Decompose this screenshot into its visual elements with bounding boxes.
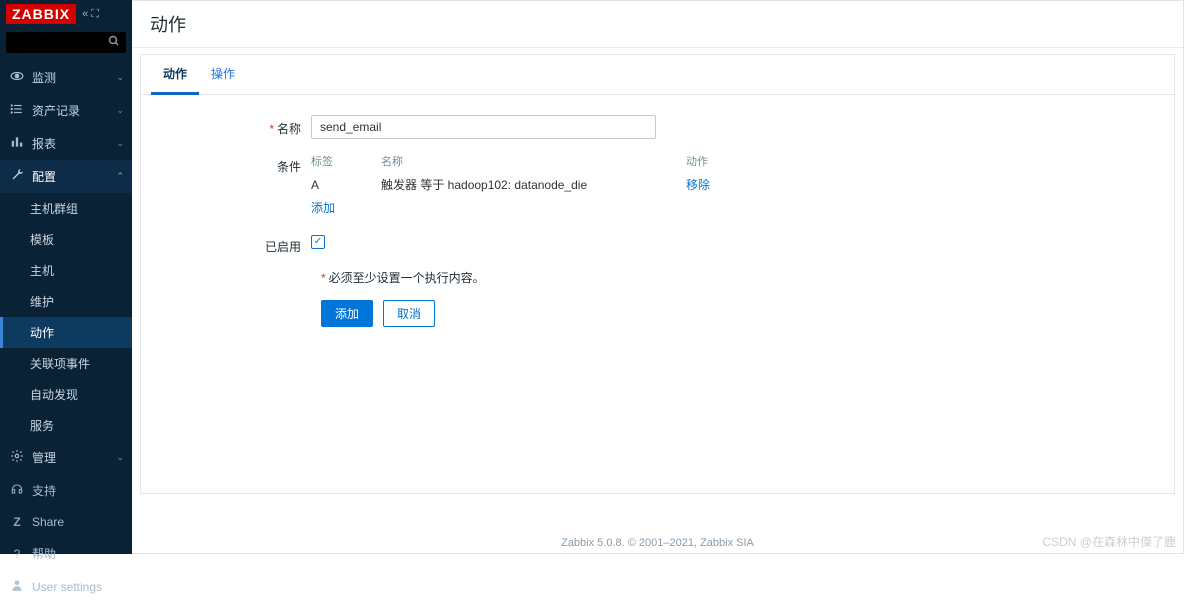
nav-label: 资产记录 [32, 102, 80, 119]
cond-header-tag: 标签 [311, 153, 381, 169]
footer-text: Zabbix 5.0.8. © 2001–2021, Zabbix SIA [132, 529, 1183, 553]
nav-inventory[interactable]: 资产记录 ⌄ [0, 94, 132, 127]
nav-user-settings[interactable]: User settings [0, 570, 132, 603]
sub-correlation[interactable]: 关联项事件 [0, 348, 132, 379]
user-icon [10, 578, 24, 595]
main-content: 动作 动作 操作 *名称 条件 [132, 0, 1184, 554]
conditions-table: 标签 名称 动作 A 触发器 等于 hadoop102: datanode_di… [311, 153, 726, 219]
nav-support[interactable]: 支持 [0, 474, 132, 507]
enabled-checkbox[interactable]: ✓ [311, 235, 325, 249]
brand-logo: ZABBIX [6, 4, 76, 24]
search-box[interactable] [6, 32, 126, 53]
nav-label: User settings [32, 580, 102, 594]
tabs: 动作 操作 [141, 55, 1174, 95]
chevron-up-icon: ⌃ [116, 171, 124, 182]
sidebar-toggle-icons[interactable]: « ⛶ [82, 8, 99, 21]
chevron-down-icon: ⌄ [116, 105, 124, 116]
condition-row: A 触发器 等于 hadoop102: datanode_die 移除 [311, 173, 726, 196]
sub-actions[interactable]: 动作 [0, 317, 132, 348]
zabbix-z-icon: Z [10, 515, 24, 529]
nav-reports[interactable]: 报表 ⌄ [0, 127, 132, 160]
search-input[interactable] [12, 37, 108, 49]
name-input[interactable] [311, 115, 656, 139]
sub-services[interactable]: 服务 [0, 410, 132, 441]
eye-icon [10, 69, 24, 86]
warning-text: *必须至少设置一个执行内容。 [321, 269, 1134, 286]
search-icon[interactable] [108, 35, 120, 50]
cond-remove-link[interactable]: 移除 [686, 178, 710, 192]
sub-hosts[interactable]: 主机 [0, 255, 132, 286]
gear-icon [10, 449, 24, 466]
label-enabled: 已启用 [181, 233, 311, 255]
sub-templates[interactable]: 模板 [0, 224, 132, 255]
sidebar: ZABBIX « ⛶ 监测 ⌄ 资产记录 ⌄ [0, 0, 132, 554]
submit-button[interactable]: 添加 [321, 300, 373, 327]
headset-icon [10, 482, 24, 499]
nav-configuration[interactable]: 配置 ⌃ [0, 160, 132, 193]
tab-action[interactable]: 动作 [151, 55, 199, 95]
label-conditions: 条件 [181, 153, 311, 175]
brand-row: ZABBIX « ⛶ [0, 0, 132, 28]
wrench-icon [10, 168, 24, 185]
sub-maintenance[interactable]: 维护 [0, 286, 132, 317]
sub-discovery[interactable]: 自动发现 [0, 379, 132, 410]
cond-header-name: 名称 [381, 153, 686, 169]
chevron-down-icon: ⌄ [116, 72, 124, 83]
form-card: 动作 操作 *名称 条件 [140, 54, 1175, 494]
nav-administration[interactable]: 管理 ⌄ [0, 441, 132, 474]
sub-host-groups[interactable]: 主机群组 [0, 193, 132, 224]
cancel-button[interactable]: 取消 [383, 300, 435, 327]
chevron-down-icon: ⌄ [116, 452, 124, 463]
nav-monitoring[interactable]: 监测 ⌄ [0, 61, 132, 94]
cond-tag: A [311, 178, 381, 192]
nav-share[interactable]: Z Share [0, 507, 132, 537]
cond-text: 触发器 等于 hadoop102: datanode_die [381, 176, 686, 193]
chevron-down-icon: ⌄ [116, 138, 124, 149]
nav-label: 报表 [32, 135, 56, 152]
label-name: *名称 [181, 115, 311, 137]
tab-operations[interactable]: 操作 [199, 55, 247, 94]
cond-header-action: 动作 [686, 153, 726, 169]
nav-label: 配置 [32, 168, 56, 185]
cond-add-link[interactable]: 添加 [311, 199, 335, 216]
list-icon [10, 102, 24, 119]
nav-label: 支持 [32, 482, 56, 499]
nav-label: 监测 [32, 69, 56, 86]
nav-label: Share [32, 515, 64, 529]
chart-icon [10, 135, 24, 152]
page-title: 动作 [132, 1, 1183, 48]
nav-label: 管理 [32, 449, 56, 466]
